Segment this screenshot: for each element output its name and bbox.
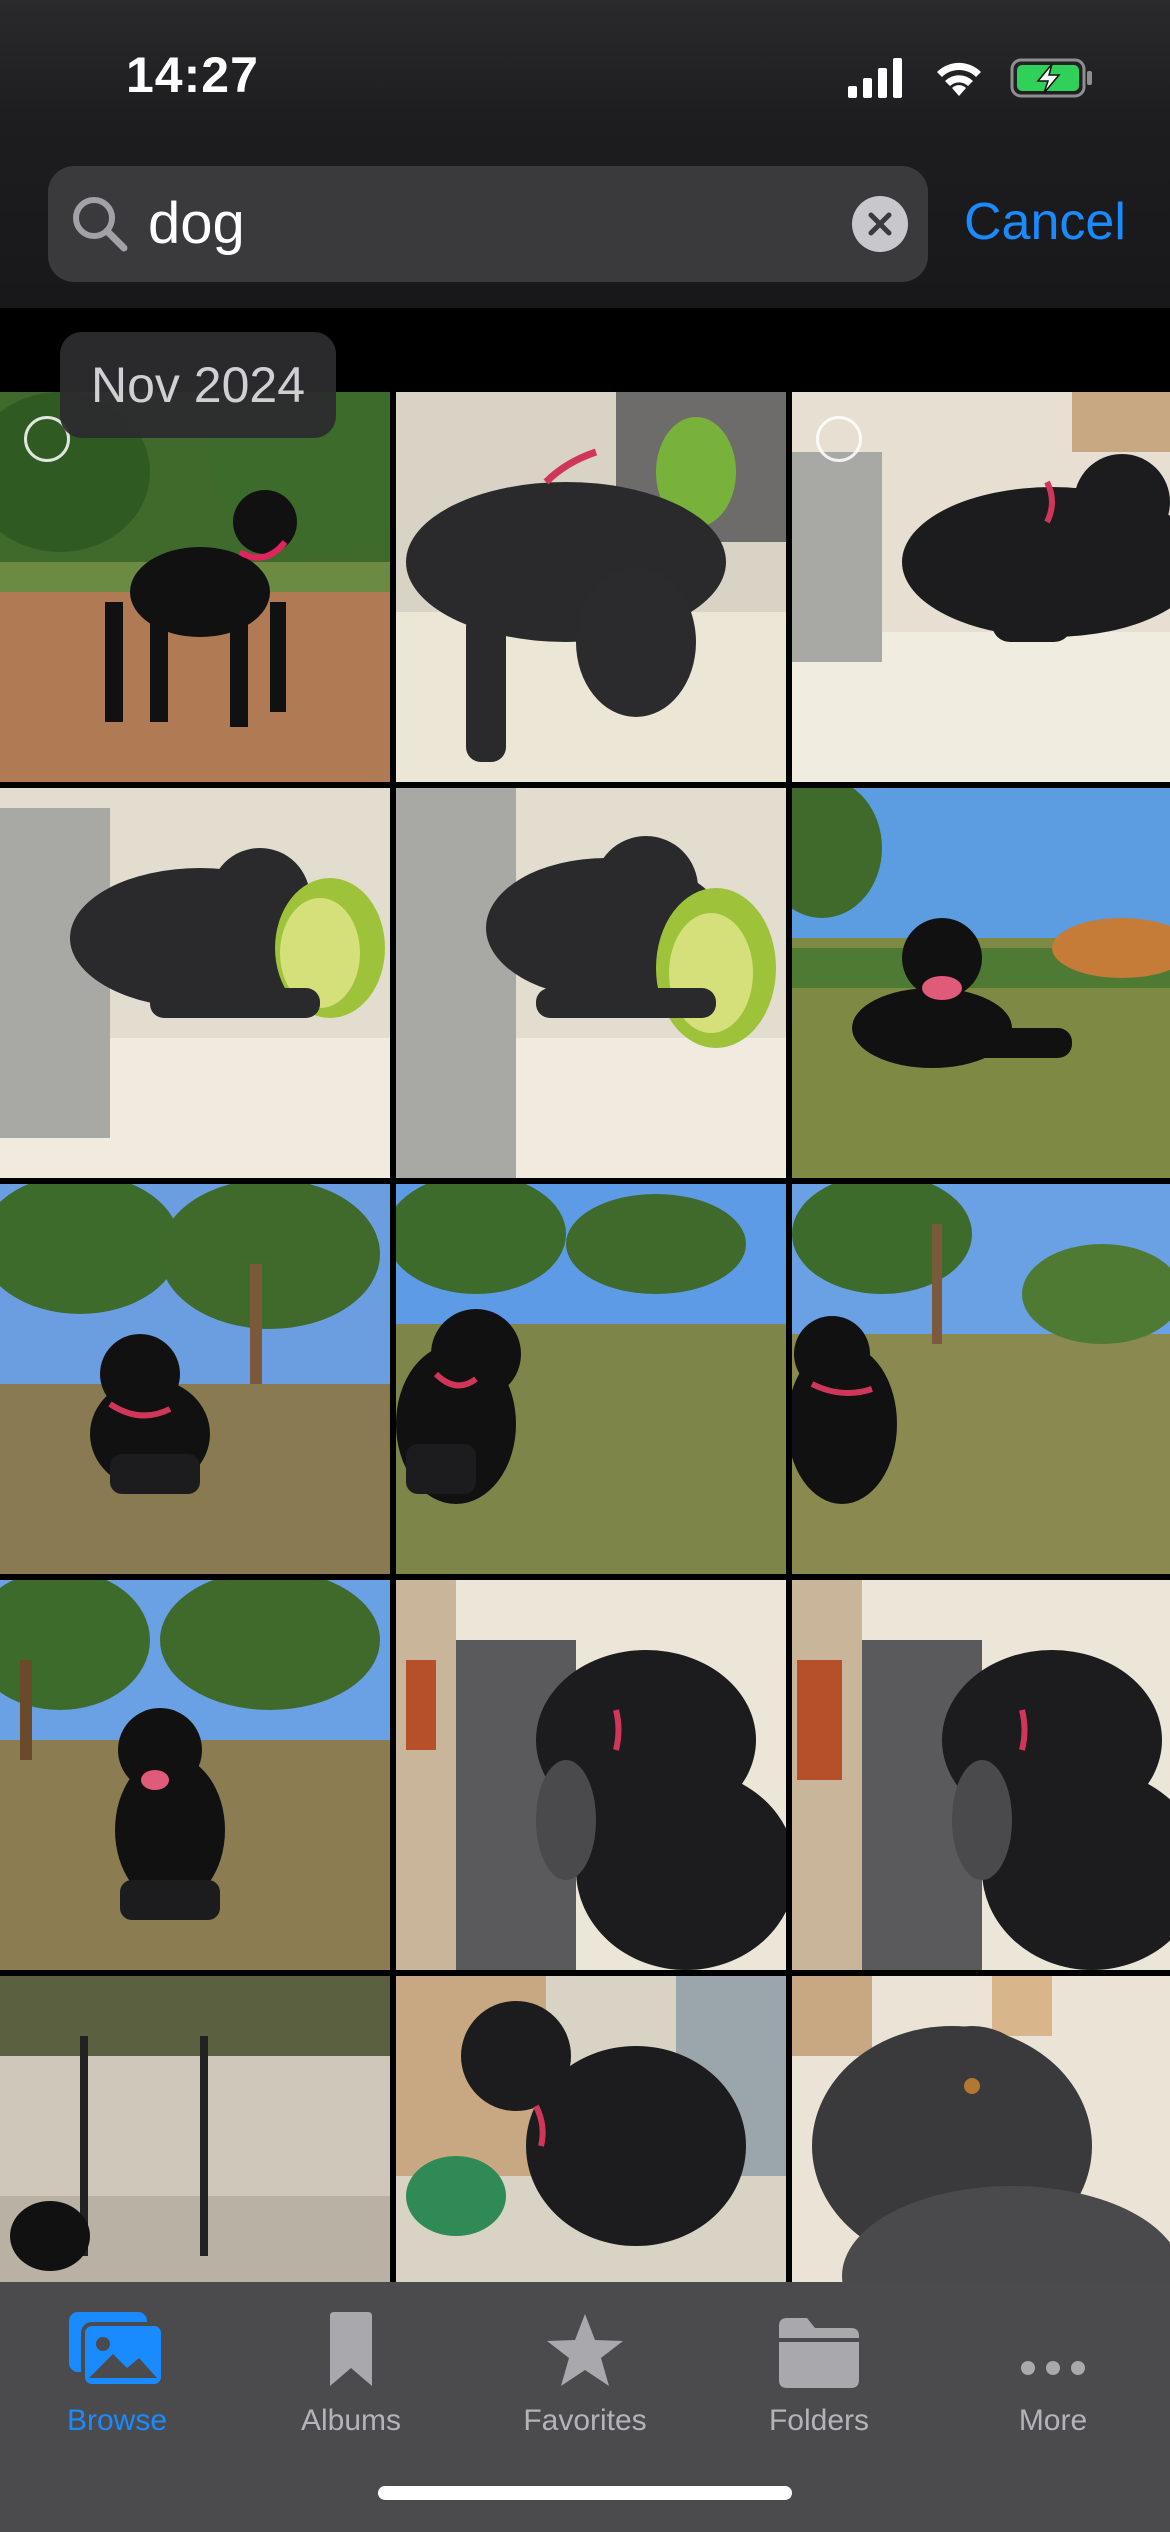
- battery-charging-icon: [1010, 58, 1092, 98]
- status-icons: [848, 56, 1094, 100]
- clear-search-button[interactable]: [852, 196, 908, 252]
- tab-more[interactable]: More: [936, 2300, 1170, 2438]
- photo-thumbnail[interactable]: [0, 1580, 390, 1970]
- close-icon: [868, 212, 892, 236]
- tab-label: More: [1018, 2404, 1088, 2437]
- photo-thumbnail[interactable]: [0, 1184, 390, 1574]
- photo-thumbnail[interactable]: [396, 392, 786, 782]
- tab-label: Favorites: [523, 2404, 647, 2437]
- search-field[interactable]: dog: [48, 166, 928, 282]
- tab-label: Browse: [66, 2404, 168, 2437]
- photo-thumbnail[interactable]: [792, 788, 1170, 1178]
- tab-label: Albums: [300, 2404, 402, 2437]
- tab-albums[interactable]: Albums: [234, 2300, 468, 2438]
- section-date-label: Nov 2024: [60, 332, 336, 438]
- status-time: 14:27: [126, 47, 259, 103]
- photo-thumbnail[interactable]: [396, 1184, 786, 1574]
- photo-thumbnail[interactable]: [0, 788, 390, 1178]
- photo-thumbnail[interactable]: [792, 1184, 1170, 1574]
- tab-label: Folders: [768, 2404, 870, 2437]
- tab-favorites[interactable]: Favorites: [468, 2300, 702, 2438]
- folder-icon: [779, 2318, 859, 2388]
- home-indicator[interactable]: [378, 2486, 792, 2500]
- photo-thumbnail[interactable]: [396, 788, 786, 1178]
- search-query[interactable]: dog: [148, 192, 245, 256]
- tab-folders[interactable]: Folders: [702, 2300, 936, 2438]
- star-icon: [547, 2314, 623, 2386]
- photo-thumbnail[interactable]: [396, 1580, 786, 1970]
- photo-thumbnail[interactable]: [792, 1580, 1170, 1970]
- photo-thumbnail[interactable]: [792, 392, 1170, 782]
- cancel-button[interactable]: Cancel: [964, 190, 1126, 254]
- cellular-signal-icon: [848, 58, 902, 98]
- photos-icon: [69, 2312, 165, 2388]
- photo-thumbnail[interactable]: [0, 392, 390, 782]
- ellipsis-icon: [1021, 2361, 1085, 2375]
- header: 14:27 dog Cancel: [0, 0, 1170, 308]
- selection-circle: [816, 416, 862, 462]
- wifi-icon: [937, 62, 981, 96]
- tab-browse[interactable]: Browse: [0, 2300, 234, 2438]
- bookmark-icon: [330, 2312, 372, 2386]
- search-icon: [73, 197, 128, 252]
